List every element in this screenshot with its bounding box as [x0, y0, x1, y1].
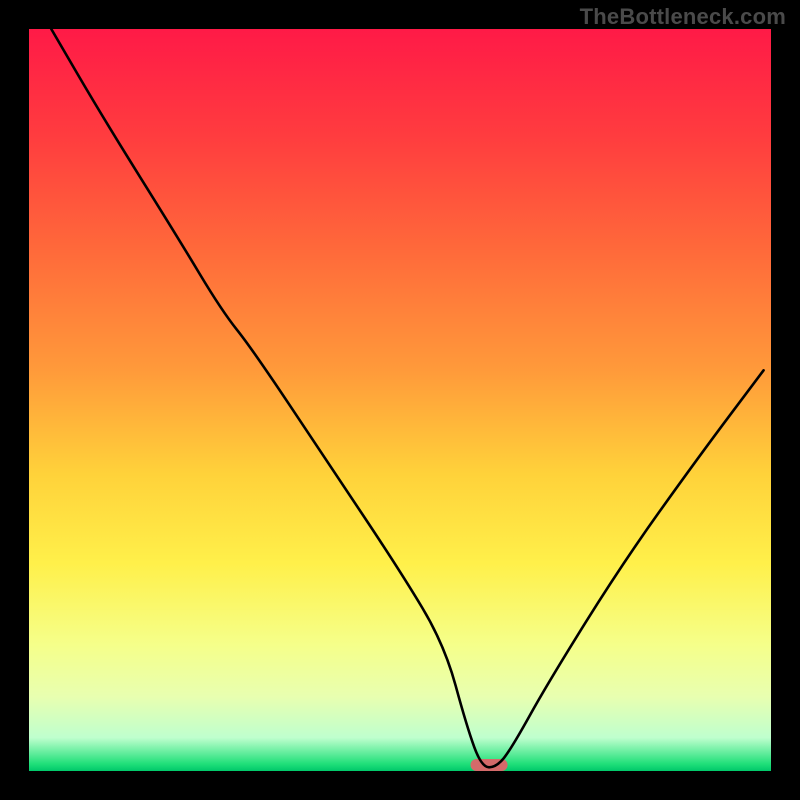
chart-frame: TheBottleneck.com: [0, 0, 800, 800]
gradient-background: [29, 29, 771, 771]
watermark-text: TheBottleneck.com: [580, 4, 786, 30]
bottleneck-plot: [29, 29, 771, 771]
